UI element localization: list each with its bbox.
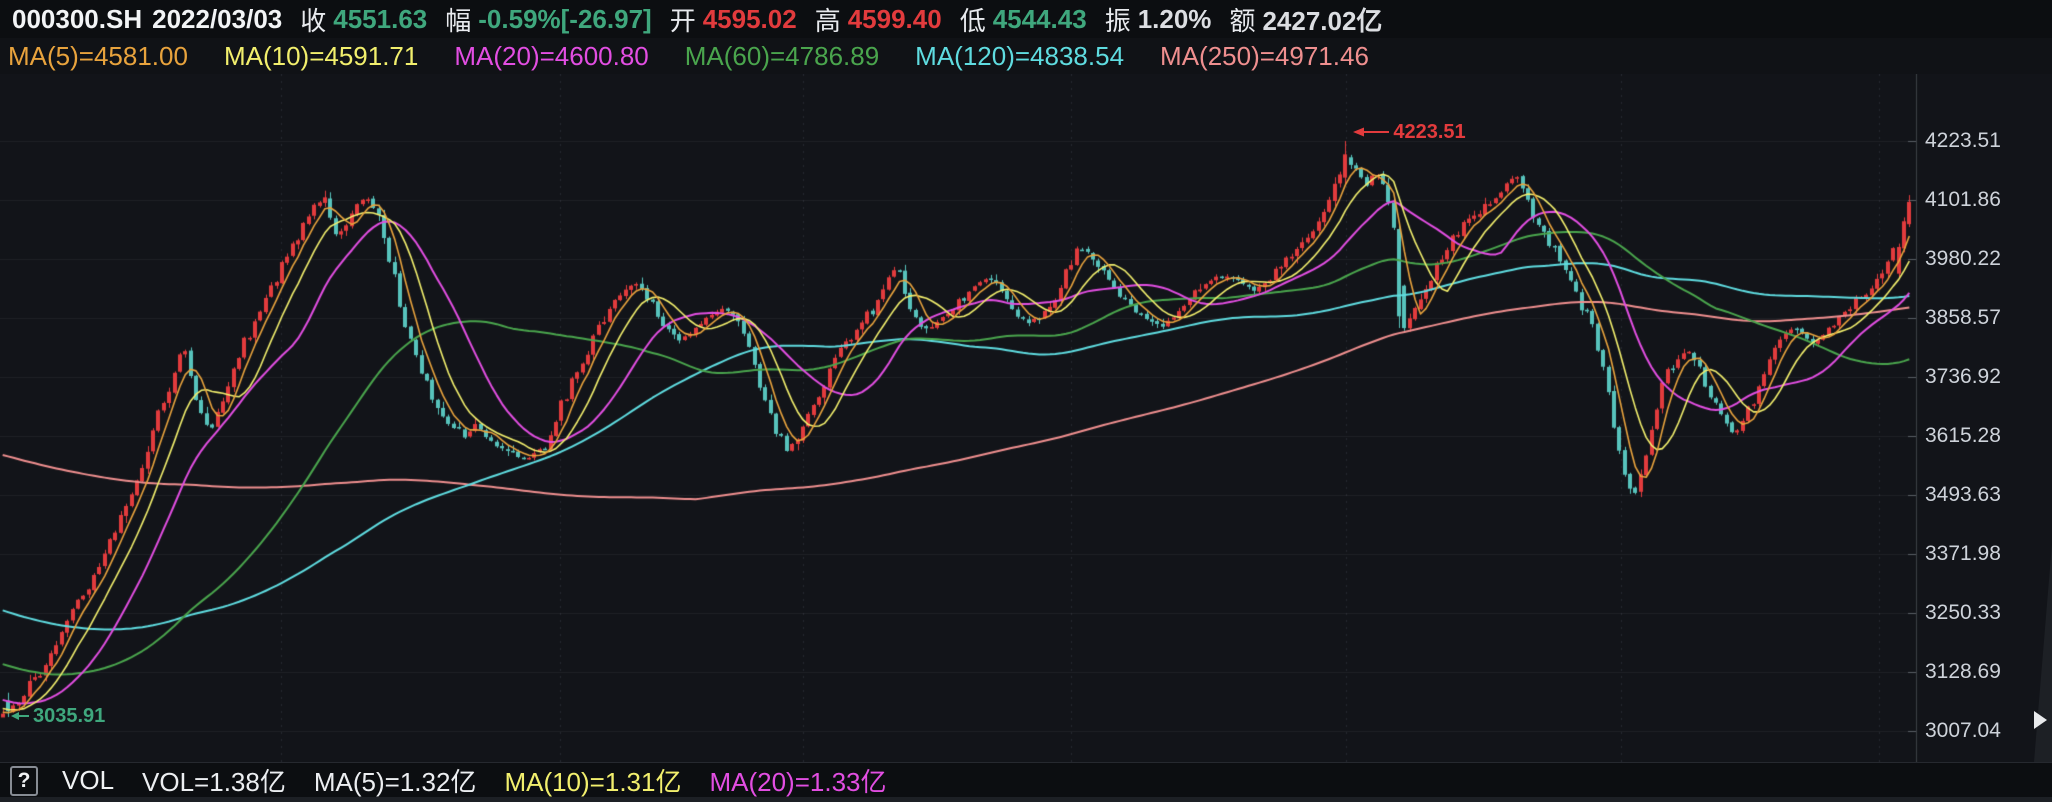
period-high-marker: 4223.51 [1352, 121, 1465, 144]
y-axis-label: 3736.92 [1925, 364, 2045, 390]
y-axis-label: 3858.57 [1925, 305, 2045, 331]
y-axis-label: 3493.63 [1925, 482, 2045, 508]
ma10-legend: MA(10)=4591.71 [224, 41, 418, 72]
y-axis-label: 4101.86 [1925, 187, 2045, 213]
quote-field-close: 收 4551.63 [300, 1, 427, 38]
left-arrow-icon [10, 710, 30, 722]
volume-pane-label[interactable]: VOL [62, 765, 114, 796]
ma250-legend: MA(250)=4971.46 [1160, 41, 1369, 72]
quote-field-turnover: 额 2427.02亿 [1229, 1, 1382, 38]
y-axis-label: 3615.28 [1925, 423, 2045, 449]
y-axis-label: 3371.98 [1925, 541, 2045, 567]
ma20-legend: MA(20)=4600.80 [454, 41, 648, 72]
quote-field-amplitude: 振 1.20% [1105, 1, 1212, 38]
ma120-legend: MA(120)=4838.54 [915, 41, 1124, 72]
vol-ma10-value: MA(10)=1.31亿 [504, 762, 681, 799]
ma60-legend: MA(60)=4786.89 [685, 41, 879, 72]
scroll-right-handle[interactable] [2034, 711, 2047, 729]
kline-chart-area: 4223.51 4101.86 3980.22 3858.57 3736.92 … [0, 74, 2052, 762]
ma-legend-bar: MA(5)=4581.00 MA(10)=4591.71 MA(20)=4600… [0, 38, 2052, 75]
vol-ma20-value: MA(20)=1.33亿 [709, 762, 886, 799]
vol-value: VOL=1.38亿 [142, 762, 286, 799]
quote-date: 2022/03/03 [152, 4, 282, 35]
y-axis-label: 3250.33 [1925, 600, 2045, 626]
y-axis-label: 4223.51 [1925, 128, 2045, 154]
kline-app-window: 000300.SH 2022/03/03 收 4551.63 幅 -0.59%[… [0, 0, 2052, 802]
left-arrow-icon [1352, 126, 1390, 138]
ma5-legend: MA(5)=4581.00 [8, 41, 188, 72]
quote-field-open: 开 4595.02 [670, 1, 797, 38]
kline-canvas[interactable] [0, 74, 2052, 762]
symbol-code: 000300.SH [12, 4, 142, 35]
help-button[interactable]: ? [10, 766, 38, 796]
volume-legend-bar: ? VOL VOL=1.38亿 MA(5)=1.32亿 MA(10)=1.31亿… [0, 762, 2052, 798]
bottom-scroll-track[interactable] [0, 797, 2052, 802]
y-axis-label: 3007.04 [1925, 718, 2045, 744]
quote-field-change: 幅 -0.59%[-26.97] [445, 1, 651, 38]
quote-field-low: 低 4544.43 [960, 1, 1087, 38]
quote-bar: 000300.SH 2022/03/03 收 4551.63 幅 -0.59%[… [0, 0, 2052, 38]
quote-field-high: 高 4599.40 [815, 1, 942, 38]
vol-ma5-value: MA(5)=1.32亿 [314, 762, 477, 799]
y-axis-label: 3128.69 [1925, 659, 2045, 685]
period-low-marker: 3035.91 [10, 705, 105, 728]
y-axis-label: 3980.22 [1925, 246, 2045, 272]
